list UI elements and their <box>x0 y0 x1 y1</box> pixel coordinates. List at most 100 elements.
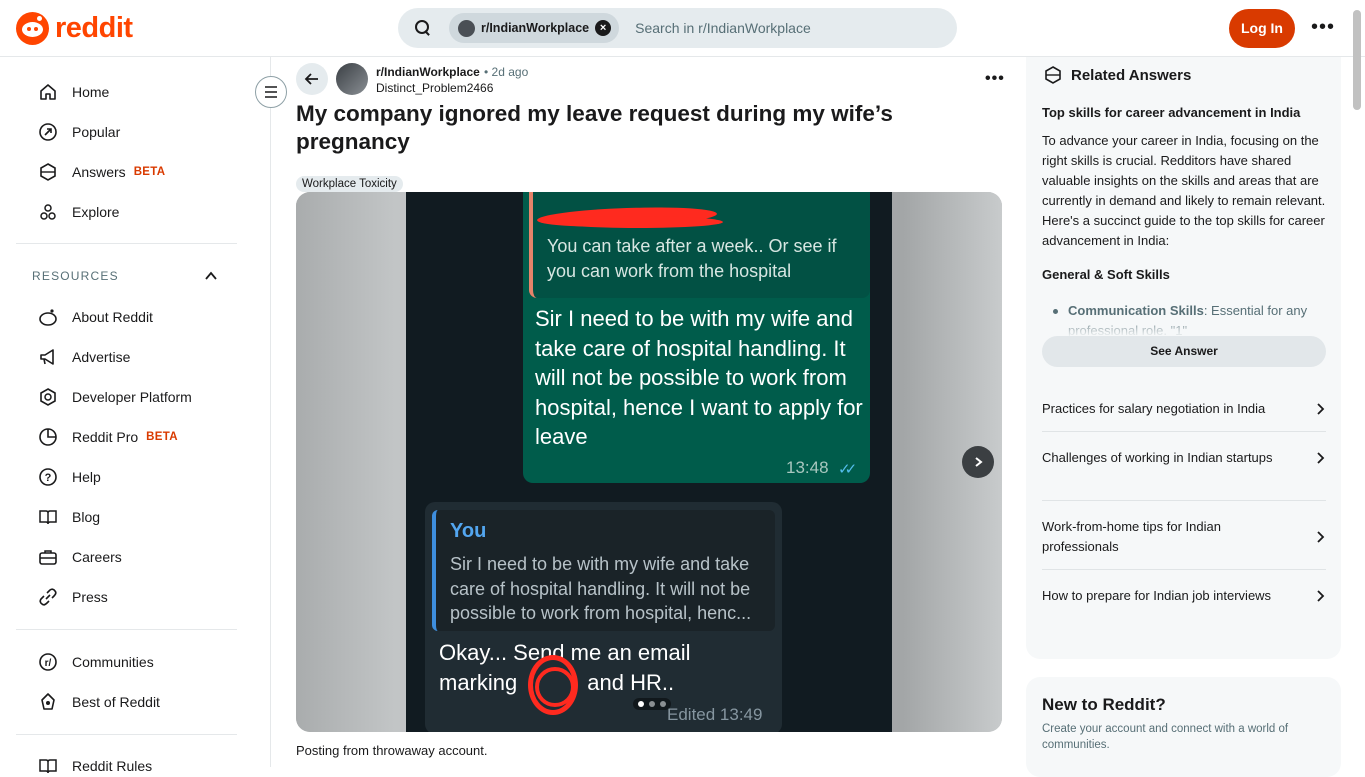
quoted-text: You can take after a week.. Or see if yo… <box>547 236 837 281</box>
post-body: Posting from throwaway account. <box>296 743 488 758</box>
incoming-message: You Sir I need to be with my wife and ta… <box>425 502 782 732</box>
sidebar-item-label: Explore <box>72 204 120 220</box>
sidebar-item-label: Communities <box>72 654 154 670</box>
carousel-dots <box>633 698 671 710</box>
carousel-dot[interactable] <box>638 701 644 707</box>
related-answer-item[interactable]: Work-from-home tips for Indian professio… <box>1042 517 1326 557</box>
sidebar-divider <box>16 629 237 630</box>
developer-icon <box>38 387 58 407</box>
sidebar-item-advertise[interactable]: Advertise <box>38 347 130 367</box>
chat-screenshot: You can take after a week.. Or see if yo… <box>406 192 892 732</box>
featured-question[interactable]: Top skills for career advancement in Ind… <box>1042 105 1300 120</box>
sidebar-item-label: Reddit Rules <box>72 758 153 774</box>
sidebar-item-reddit-rules[interactable]: Reddit Rules <box>38 756 152 776</box>
collapse-sidebar-button[interactable] <box>255 76 287 108</box>
answers-icon <box>38 162 58 182</box>
sidebar-item-label: Developer Platform <box>72 389 192 405</box>
arrow-left-icon <box>304 73 318 85</box>
quoted-sender: You <box>450 520 487 542</box>
see-answer-button[interactable]: See Answer <box>1042 336 1326 367</box>
related-answer-item[interactable]: How to prepare for Indian job interviews <box>1042 586 1326 606</box>
left-sidebar: Home Popular Answers BETA Explore RESOUR… <box>0 57 271 774</box>
chevron-up-icon[interactable] <box>204 269 218 288</box>
message-text: Sir I need to be with my wife and take c… <box>535 306 863 450</box>
sidebar-item-popular[interactable]: Popular <box>38 122 120 142</box>
chevron-right-icon <box>1317 531 1325 543</box>
sidebar-item-label: Help <box>72 469 101 485</box>
careers-icon <box>38 547 58 567</box>
search-icon <box>415 20 431 36</box>
sidebar-item-blog[interactable]: Blog <box>38 507 100 527</box>
carousel-dot[interactable] <box>649 701 655 707</box>
sidebar-item-help[interactable]: ? Help <box>38 467 101 487</box>
login-button[interactable]: Log In <box>1229 9 1295 48</box>
press-icon <box>38 587 58 607</box>
outgoing-message: You can take after a week.. Or see if yo… <box>523 192 870 483</box>
community-avatar <box>458 19 475 37</box>
sidebar-item-best-of-reddit[interactable]: Best of Reddit <box>38 692 160 712</box>
sidebar-item-developer[interactable]: Developer Platform <box>38 387 192 407</box>
beta-badge: BETA <box>133 166 166 178</box>
logo-wordmark: reddit <box>55 12 133 44</box>
best-icon <box>38 692 58 712</box>
new-to-reddit-title: New to Reddit? <box>1042 695 1166 714</box>
related-answer-item[interactable]: Challenges of working in Indian startups <box>1042 448 1326 468</box>
blog-icon <box>38 507 58 527</box>
related-answer-item[interactable]: Practices for salary negotiation in Indi… <box>1042 399 1326 419</box>
chevron-right-icon <box>1317 403 1325 415</box>
sidebar-item-label: Careers <box>72 549 122 565</box>
top-header: reddit r/IndianWorkplace × Search in r/I… <box>0 0 1365 57</box>
sidebar-item-label: Press <box>72 589 108 605</box>
carousel-dot[interactable] <box>660 701 666 707</box>
page-scrollbar[interactable] <box>1353 10 1361 110</box>
svg-text:r/: r/ <box>45 658 52 669</box>
sidebar-item-communities[interactable]: r/ Communities <box>38 652 154 672</box>
explore-icon <box>38 202 58 222</box>
related-answers-header: Related Answers <box>1043 65 1191 85</box>
sidebar-item-explore[interactable]: Explore <box>38 202 119 222</box>
post-options-icon[interactable]: ••• <box>985 70 1005 88</box>
sidebar-item-label: Best of Reddit <box>72 694 160 710</box>
sidebar-item-label: About Reddit <box>72 309 153 325</box>
sidebar-item-careers[interactable]: Careers <box>38 547 122 567</box>
post-flair[interactable]: Workplace Toxicity <box>296 176 403 192</box>
read-ticks-icon: ✓✓ <box>838 461 857 478</box>
advertise-icon <box>38 347 58 367</box>
carousel-next-button[interactable] <box>962 446 994 478</box>
new-to-reddit-desc: Create your account and connect with a w… <box>1042 723 1289 751</box>
sidebar-item-about[interactable]: About Reddit <box>38 307 153 327</box>
pro-icon <box>38 427 58 447</box>
new-to-reddit-card: New to Reddit? Create your account and c… <box>1026 677 1341 777</box>
sidebar-item-press[interactable]: Press <box>38 587 108 607</box>
message-time: 13:48 <box>786 458 829 477</box>
sidebar-item-answers[interactable]: Answers BETA <box>38 162 165 182</box>
resources-heading[interactable]: RESOURCES <box>32 269 119 283</box>
beta-badge: BETA <box>146 431 178 443</box>
sidebar-item-home[interactable]: Home <box>38 82 109 102</box>
menu-icon <box>265 86 277 98</box>
chevron-right-icon <box>975 457 983 467</box>
more-options-icon[interactable]: ••• <box>1311 17 1335 37</box>
popular-icon <box>38 122 58 142</box>
related-answers-title: Related Answers <box>1071 66 1192 84</box>
back-button[interactable] <box>296 63 328 95</box>
reddit-logo[interactable]: reddit <box>16 12 133 45</box>
quoted-message: You can take after a week.. Or see if yo… <box>529 192 870 298</box>
communities-icon: r/ <box>38 652 58 672</box>
post-image-carousel[interactable]: You can take after a week.. Or see if yo… <box>296 192 1002 732</box>
close-icon[interactable]: × <box>595 20 612 36</box>
search-input[interactable]: Search in r/IndianWorkplace <box>635 20 811 36</box>
chevron-right-icon <box>1317 590 1325 602</box>
answers-icon <box>1045 66 1061 84</box>
related-answers-card: Related Answers Top skills for career ad… <box>1026 57 1341 659</box>
search-community-chip[interactable]: r/IndianWorkplace × <box>449 13 620 43</box>
author-link[interactable]: Distinct_Problem2466 <box>376 81 493 95</box>
subreddit-avatar[interactable] <box>336 63 368 95</box>
snoo-icon <box>16 12 49 45</box>
sidebar-item-label: Answers <box>72 164 126 180</box>
search-bar[interactable]: r/IndianWorkplace × Search in r/IndianWo… <box>398 8 957 48</box>
sidebar-item-reddit-pro[interactable]: Reddit Pro BETA <box>38 427 178 447</box>
svg-text:?: ? <box>45 472 52 484</box>
sidebar-item-label: Reddit Pro <box>72 429 139 445</box>
subreddit-link[interactable]: r/IndianWorkplace <box>376 65 480 79</box>
